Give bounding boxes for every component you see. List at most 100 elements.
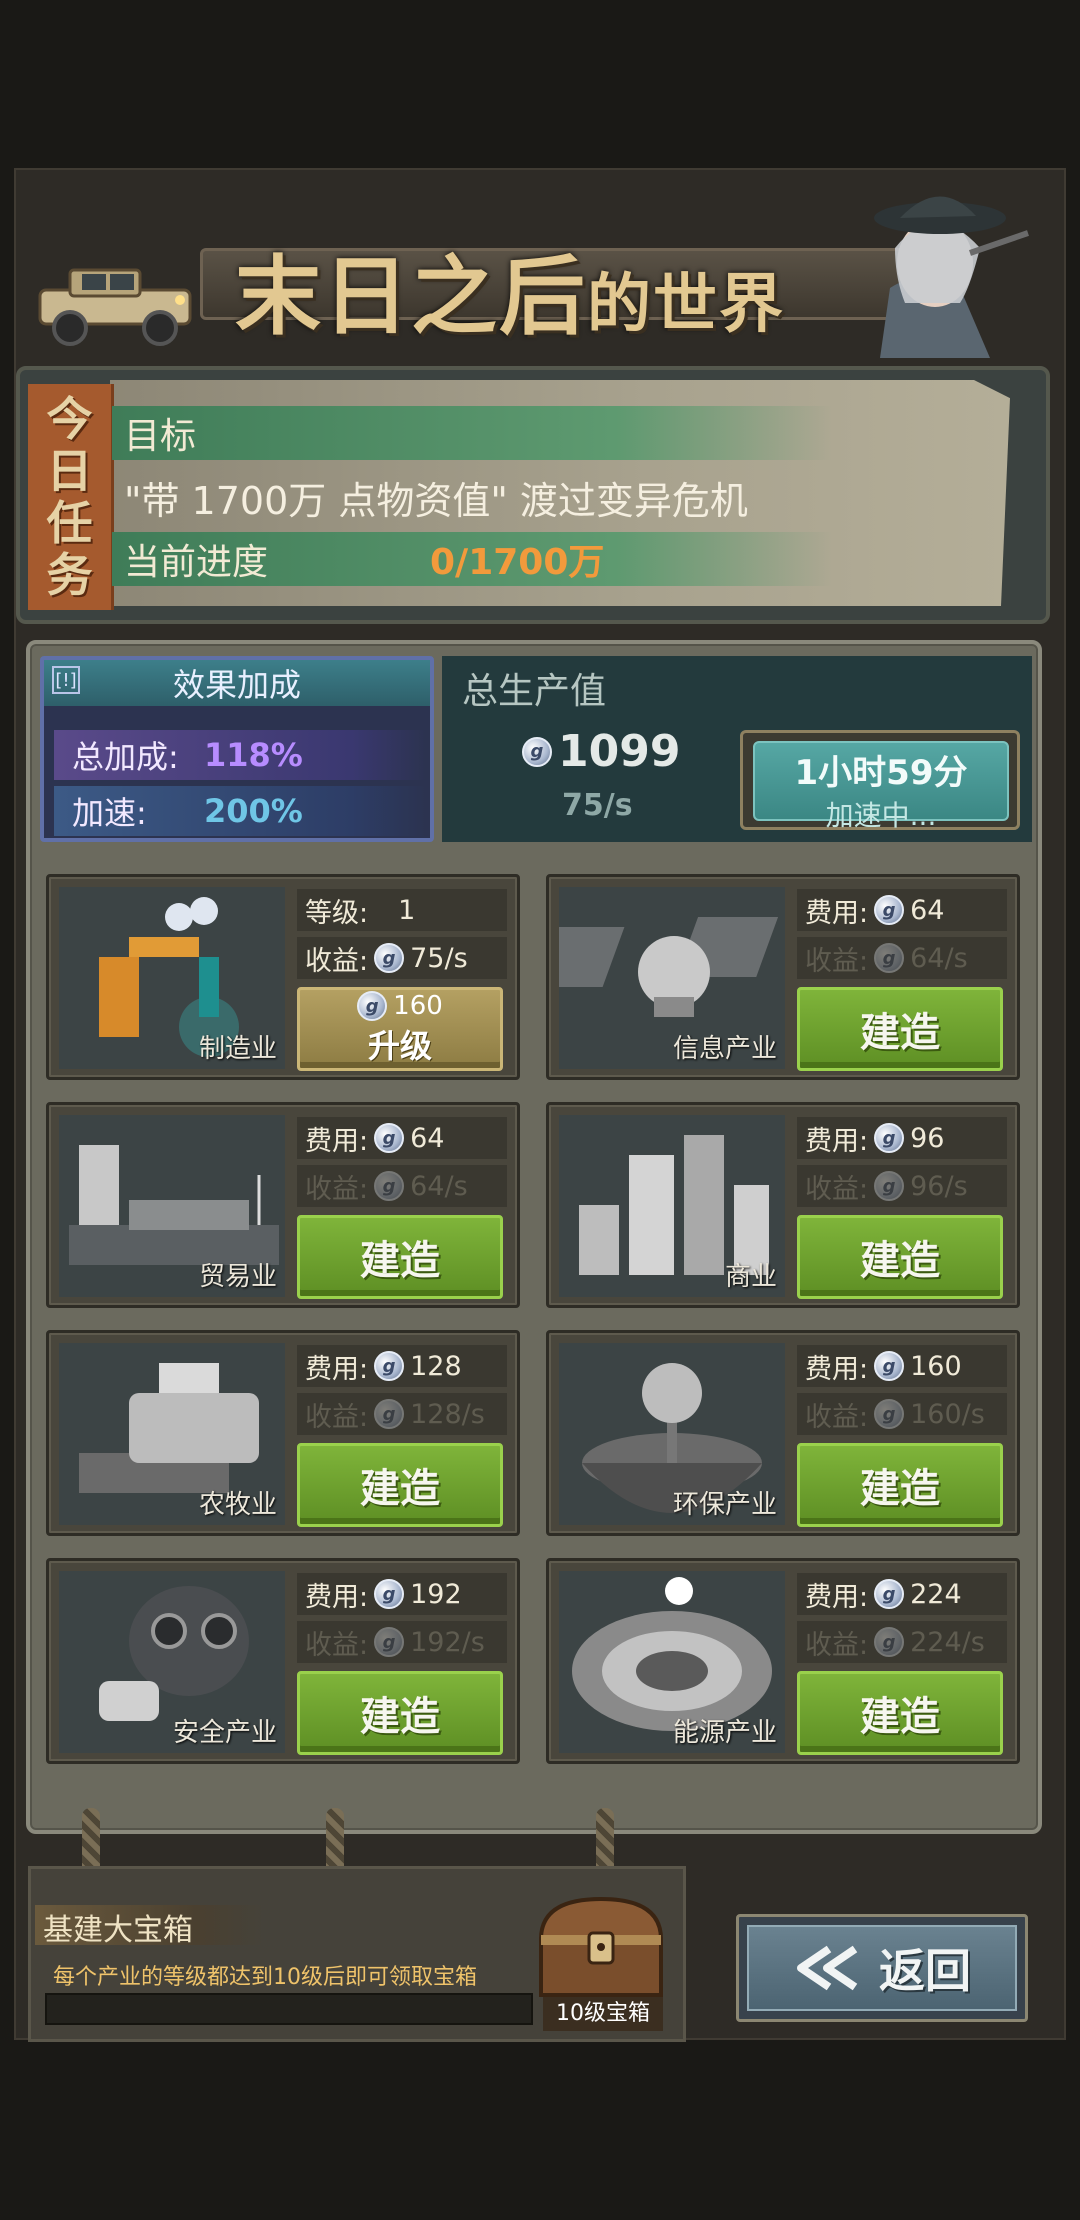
coin-icon: g [874, 1171, 905, 1201]
industry-image: 能源产业 [559, 1571, 785, 1753]
industry-card: 制造业 等级: 1 收益: g 75/s g 160 升级 [46, 874, 520, 1080]
chest-description: 每个产业的等级都达到10级后即可领取宝箱 [53, 1965, 477, 1990]
coin-icon: g [374, 943, 405, 973]
industry-name: 安全产业 [172, 1718, 277, 1748]
stat-value: 64/s [910, 942, 968, 974]
build-label: 建造 [860, 1238, 940, 1284]
industry-image: 安全产业 [59, 1571, 285, 1753]
production-rate: 75/s [562, 788, 633, 823]
stat-value: 128 [410, 1350, 462, 1382]
coin-icon: g [374, 1399, 405, 1429]
industry-card: 信息产业 费用: g 64 收益: g 64/s 建造 [546, 874, 1020, 1080]
chest-panel: 基建大宝箱 每个产业的等级都达到10级后即可领取宝箱 10级宝箱 [28, 1866, 686, 2042]
stat-value: 192/s [410, 1626, 485, 1658]
industry-image: 农牧业 [59, 1343, 285, 1525]
stat-label: 费用: [305, 1581, 369, 1613]
stat-value: 75/s [410, 942, 468, 974]
coin-icon: g [374, 1351, 405, 1381]
boost-button[interactable]: 1小时59分 加速中... [740, 730, 1020, 832]
coin-icon: g [874, 943, 905, 973]
build-label: 建造 [860, 1466, 940, 1512]
stat-row: 收益: g 160/s [797, 1393, 1007, 1435]
bonus-title: 效果加成 [172, 666, 301, 704]
production-box: 总生产值 g 1099 75/s 1小时59分 加速中... [442, 656, 1032, 842]
build-label: 建造 [360, 1238, 440, 1284]
stat-row: 收益: g 64/s [797, 937, 1007, 979]
speed-bonus-value: 200% [204, 792, 303, 830]
build-button[interactable]: 建造 [297, 1443, 503, 1527]
stat-value: 64 [410, 1122, 445, 1154]
industry-card: 能源产业 费用: g 224 收益: g 224/s 建造 [546, 1558, 1020, 1764]
ribbon-char: 今 [46, 392, 93, 446]
build-label: 建造 [860, 1694, 940, 1740]
stat-value: 1 [398, 894, 416, 926]
coin-icon: g [874, 1579, 905, 1609]
stat-value: 192 [410, 1578, 462, 1610]
stat-row: 等级: 1 [297, 889, 507, 931]
stat-value: 160 [910, 1350, 962, 1382]
build-button[interactable]: 建造 [797, 1215, 1003, 1299]
stat-value: 160/s [910, 1398, 985, 1430]
stat-value: 96 [910, 1122, 945, 1154]
build-button[interactable]: 建造 [297, 1215, 503, 1299]
task-progress-label: 当前进度 [124, 542, 269, 583]
stat-label: 费用: [305, 1353, 369, 1385]
stat-row: 费用: g 96 [797, 1117, 1007, 1159]
chest-title: 基建大宝箱 [35, 1905, 265, 1948]
industry-name: 制造业 [198, 1034, 277, 1064]
build-label: 建造 [360, 1694, 440, 1740]
industry-card: 贸易业 费用: g 64 收益: g 64/s 建造 [46, 1102, 520, 1308]
coin-icon: g [374, 1579, 405, 1609]
production-title: 总生产值 [462, 671, 607, 712]
daily-task-ribbon: 今 日 任 务 [28, 384, 114, 610]
coin-icon: g [374, 1123, 405, 1153]
production-value: g 1099 [522, 726, 680, 777]
industry-card: 农牧业 费用: g 128 收益: g 128/s 建造 [46, 1330, 520, 1536]
bonus-box[interactable]: [!] 效果加成 总加成: 118% 加速: 200% [40, 656, 434, 842]
build-button[interactable]: 建造 [797, 987, 1003, 1071]
industry-name: 能源产业 [672, 1718, 777, 1748]
chest-progress-bar [45, 1993, 533, 2025]
stat-label: 收益: [805, 1173, 869, 1205]
industry-name: 环保产业 [672, 1490, 777, 1520]
task-goal-label: 目标 [112, 406, 832, 460]
coin-icon: g [874, 1627, 905, 1657]
stat-label: 收益: [805, 945, 869, 977]
stat-label: 费用: [805, 897, 869, 929]
build-button[interactable]: 建造 [297, 1671, 503, 1755]
industry-card: 环保产业 费用: g 160 收益: g 160/s 建造 [546, 1330, 1020, 1536]
industry-image: 环保产业 [559, 1343, 785, 1525]
stat-label: 收益: [305, 945, 369, 977]
build-button[interactable]: 建造 [797, 1443, 1003, 1527]
chest-label: 10级宝箱 [543, 1997, 663, 2031]
industry-card: 商业 费用: g 96 收益: g 96/s 建造 [546, 1102, 1020, 1308]
stat-label: 收益: [305, 1173, 369, 1205]
coin-icon: g [374, 1171, 405, 1201]
bonus-header: [!] 效果加成 [44, 660, 430, 706]
stat-row: 费用: g 224 [797, 1573, 1007, 1615]
back-button[interactable]: 返回 [736, 1914, 1028, 2022]
daily-task-board: 今 日 任 务 目标 "带 1700万 点物资值" 渡过变异危机 当前进度 0/… [16, 366, 1050, 624]
stat-label: 费用: [805, 1353, 869, 1385]
stat-row: 收益: g 192/s [297, 1621, 507, 1663]
industry-name: 商业 [724, 1262, 777, 1292]
treasure-chest-icon[interactable] [531, 1889, 671, 1999]
game-title: 末日之后的世界 [235, 247, 785, 347]
build-label: 建造 [860, 1010, 940, 1056]
industry-image: 贸易业 [59, 1115, 285, 1297]
boost-time: 1小时59分 [794, 753, 968, 793]
back-label: 返回 [879, 1944, 971, 1998]
truck-icon [38, 268, 192, 346]
build-label: 建造 [360, 1466, 440, 1512]
character-portrait [874, 196, 1029, 358]
upgrade-cost: g 160 [357, 991, 443, 1021]
upgrade-button[interactable]: g 160 升级 [297, 987, 503, 1071]
stat-label: 收益: [805, 1401, 869, 1433]
info-icon[interactable]: [!] [52, 666, 80, 694]
stat-label: 费用: [305, 1125, 369, 1157]
coin-icon: g [874, 1399, 905, 1429]
stat-row: 收益: g 96/s [797, 1165, 1007, 1207]
build-button[interactable]: 建造 [797, 1671, 1003, 1755]
coin-icon: g [874, 895, 905, 925]
task-goal-text: "带 1700万 点物资值" 渡过变异危机 [124, 478, 748, 523]
